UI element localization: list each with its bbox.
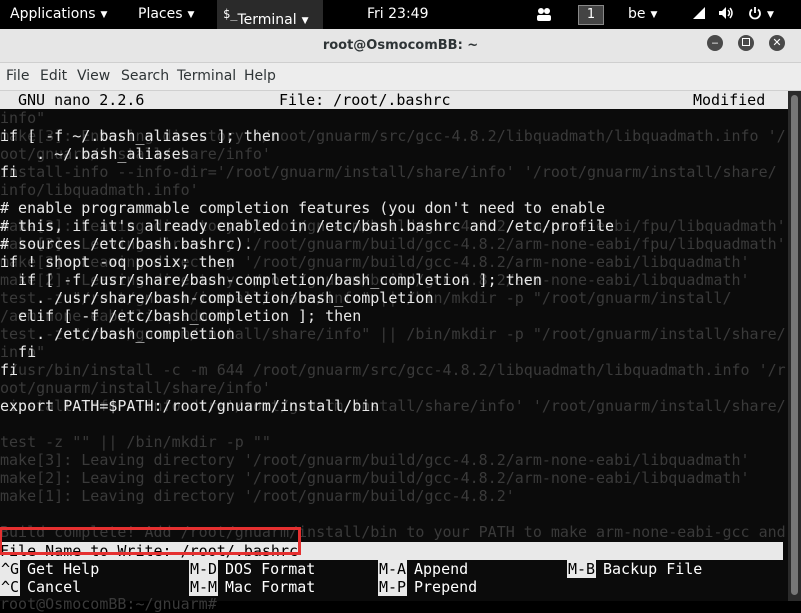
chevron-down-icon: ▼: [767, 10, 774, 20]
applications-label: Applications: [10, 6, 96, 22]
editor-line: . /usr/share/bash-completion/bash_comple…: [0, 289, 434, 307]
minimize-icon: ‒: [711, 36, 719, 49]
nano-version: GNU nano 2.2.6: [18, 91, 145, 109]
places-label: Places: [138, 6, 183, 22]
editor-line: . /etc/bash_completion: [0, 325, 235, 343]
background-line: make[1]: Leaving directory '/root/gnuarm…: [0, 487, 515, 505]
shortcut-key: M-D: [189, 560, 219, 578]
background-line: install-info --info-dir='/root/gnuarm/in…: [0, 163, 777, 181]
shortcut-prepend[interactable]: Prepend: [414, 578, 477, 596]
menu-view[interactable]: View: [77, 68, 110, 84]
maximize-icon: [742, 38, 750, 46]
menu-terminal[interactable]: Terminal: [177, 68, 236, 84]
network-icon[interactable]: [692, 0, 706, 29]
shortcut-key: M-P: [378, 578, 408, 596]
window-title: root@OsmocomBB: ~: [322, 38, 479, 53]
terminal-icon: $_: [223, 7, 238, 21]
editor-line: fi: [0, 361, 19, 379]
background-line: info": [0, 109, 46, 127]
editor-line: # this, if it's already enabled in /etc/…: [0, 217, 615, 235]
editor-line: elif [ -f /etc/bash_completion ]; then: [0, 307, 362, 325]
highlight-annotation: [0, 527, 301, 555]
user-switch-icon[interactable]: [536, 0, 552, 29]
menu-help[interactable]: Help: [244, 68, 276, 84]
editor-line: fi: [0, 343, 37, 361]
background-line: oot/gnuarm/install/share/info': [0, 379, 271, 397]
shortcut-key: ^C: [0, 578, 21, 596]
nano-status: Modified: [693, 91, 766, 109]
editor-line: if [ -f ~/.bash_aliases ]; then: [0, 127, 280, 145]
editor-line: # enable programmable completion feature…: [0, 199, 606, 217]
power-icon: [749, 7, 761, 20]
background-line: root@OsmocomBB:~/gnuarm#: [0, 595, 217, 613]
background-line: /usr/bin/install -c -m 644 /root/gnuarm/…: [0, 361, 786, 379]
chevron-down-icon: ▼: [187, 10, 195, 20]
shortcut-dos-format[interactable]: DOS Format: [225, 560, 315, 578]
shortcut-key: ^G: [0, 560, 21, 578]
background-line: test -z "" || /bin/mkdir -p "": [0, 433, 271, 451]
editor-line: # sources /etc/bash.bashrc).: [0, 235, 253, 253]
window-titlebar[interactable]: root@OsmocomBB: ~ ‒ ✕: [0, 29, 801, 63]
chevron-down-icon: ▼: [100, 10, 108, 20]
power-menu[interactable]: ▼: [748, 0, 774, 29]
terminal-scrollbar[interactable]: [788, 91, 801, 601]
close-icon: ✕: [772, 36, 782, 49]
editor-line: export PATH=$PATH:/root/gnuarm/install/b…: [0, 397, 380, 415]
background-line: make[2]: Leaving directory '/root/gnuarm…: [0, 469, 750, 487]
nano-filename: File: /root/.bashrc: [279, 91, 451, 109]
nano-header: GNU nano 2.2.6 File: /root/.bashrc Modif…: [0, 91, 788, 109]
editor-line: fi: [0, 163, 19, 181]
terminal-app-menu[interactable]: $_Terminal ▼: [217, 0, 323, 29]
menu-file[interactable]: File: [6, 68, 29, 84]
shortcut-append[interactable]: Append: [414, 560, 468, 578]
background-line: info/libquadmath.info': [0, 181, 199, 199]
scrollbar-thumb[interactable]: [791, 95, 798, 595]
places-menu[interactable]: Places ▼: [138, 0, 194, 29]
menu-search[interactable]: Search: [121, 68, 169, 84]
editor-line: . ~/.bash_aliases: [0, 145, 190, 163]
shortcut-cancel[interactable]: Cancel: [27, 578, 81, 596]
volume-icon[interactable]: [718, 0, 734, 29]
applications-menu[interactable]: Applications ▼: [10, 0, 107, 29]
workspace-indicator[interactable]: 1: [578, 5, 604, 25]
shortcut-mac-format[interactable]: Mac Format: [225, 578, 315, 596]
shortcut-key: M-A: [378, 560, 408, 578]
shortcut-backup-file[interactable]: Backup File: [603, 560, 702, 578]
background-line: make[3]: Leaving directory '/root/gnuarm…: [0, 451, 750, 469]
clock[interactable]: Fri 23:49: [367, 0, 428, 29]
close-button[interactable]: ✕: [769, 35, 785, 51]
shortcut-key: M-M: [189, 578, 219, 596]
editor-line: if [ -f /usr/share/bash-completion/bash_…: [0, 271, 542, 289]
keyboard-layout-menu[interactable]: be ▼: [628, 0, 657, 29]
chevron-down-icon: ▼: [301, 16, 309, 26]
editor-line: if ! shopt -oq posix; then: [0, 253, 235, 271]
terminal-menubar: File Edit View Search Terminal Help: [0, 63, 801, 91]
minimize-button[interactable]: ‒: [707, 35, 723, 51]
chevron-down-icon: ▼: [650, 10, 658, 20]
top-panel: Applications ▼ Places ▼ $_Terminal ▼ Fri 23…: [0, 0, 801, 29]
shortcut-key: M-B: [567, 560, 597, 578]
menu-edit[interactable]: Edit: [40, 68, 67, 84]
shortcut-get-help[interactable]: Get Help: [27, 560, 99, 578]
terminal-app-label: Terminal: [237, 12, 297, 28]
terminal-area[interactable]: GNU nano 2.2.6 File: /root/.bashrc Modif…: [0, 91, 795, 613]
maximize-button[interactable]: [738, 35, 754, 51]
language-label: be: [628, 6, 646, 22]
